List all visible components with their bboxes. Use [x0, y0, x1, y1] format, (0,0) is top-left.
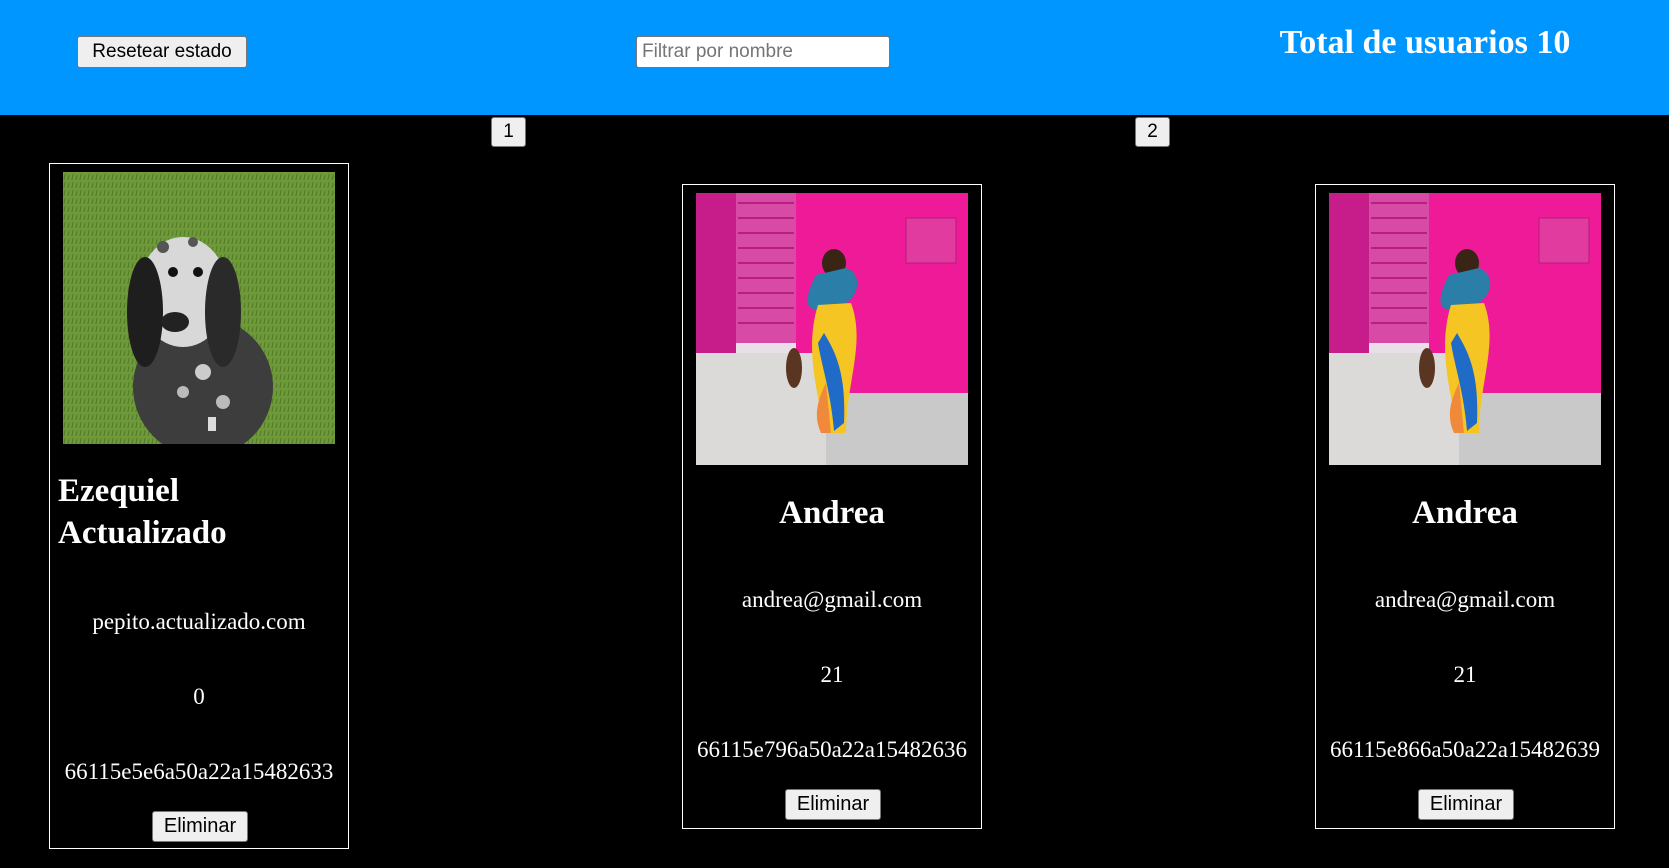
- top-bar: Resetear estado Total de usuarios 10: [0, 0, 1669, 115]
- user-card: Ezequiel Actualizado pepito.actualizado.…: [49, 163, 349, 849]
- user-name: Ezequiel Actualizado: [58, 473, 227, 551]
- user-id: 66115e5e6a50a22a15482633: [64, 759, 334, 784]
- user-age: 21: [820, 662, 844, 687]
- woman-photo-icon: [696, 193, 968, 465]
- user-email: pepito.actualizado.com: [92, 609, 306, 634]
- dog-photo-icon: [63, 172, 335, 444]
- delete-button[interactable]: Eliminar: [785, 789, 881, 820]
- user-email: andrea@gmail.com: [741, 587, 923, 612]
- woman-photo-icon: [1329, 193, 1601, 465]
- page-2-button[interactable]: 2: [1135, 117, 1170, 147]
- user-age: 21: [1453, 662, 1477, 687]
- delete-button[interactable]: Eliminar: [1418, 789, 1514, 820]
- user-name: Andrea: [779, 495, 885, 531]
- total-users-heading: Total de usuarios 10: [1279, 24, 1571, 61]
- delete-button[interactable]: Eliminar: [152, 811, 248, 842]
- filter-name-input[interactable]: [636, 36, 890, 68]
- user-id: 66115e866a50a22a15482639: [1330, 737, 1600, 762]
- user-name: Andrea: [1412, 495, 1518, 531]
- user-email: andrea@gmail.com: [1374, 587, 1556, 612]
- user-card: Andrea andrea@gmail.com 21 66115e866a50a…: [1315, 184, 1615, 829]
- user-age: 0: [193, 684, 205, 709]
- reset-state-button[interactable]: Resetear estado: [77, 36, 247, 68]
- user-card: Andrea andrea@gmail.com 21 66115e796a50a…: [682, 184, 982, 829]
- page-1-button[interactable]: 1: [491, 117, 526, 147]
- user-id: 66115e796a50a22a15482636: [697, 737, 967, 762]
